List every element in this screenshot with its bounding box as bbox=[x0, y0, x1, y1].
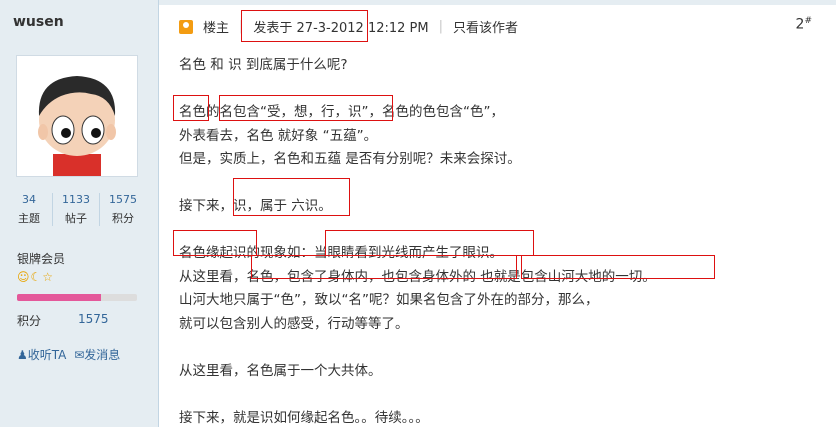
stat-label: 积分 bbox=[100, 210, 146, 226]
stat-posts[interactable]: 1133 帖子 bbox=[53, 193, 100, 226]
text-segment: 就可以包含别人的感受，行动等等了。 bbox=[179, 316, 409, 332]
post-line: 接下来，识，属于 六识。 bbox=[179, 195, 656, 219]
post-line bbox=[179, 383, 656, 407]
rank-progress-fill bbox=[17, 294, 101, 301]
follow-icon: ♟ bbox=[17, 348, 28, 362]
text-segment: 名包含“受，想，行，识” bbox=[220, 104, 369, 120]
avatar[interactable] bbox=[16, 55, 138, 177]
follow-link[interactable]: 收听TA bbox=[28, 348, 67, 362]
text-segment: 接下来，就是识如何缘起名色。。待续。。。 bbox=[179, 410, 429, 426]
post-line: 外表看去，名色 就好象 “五蕴”。 bbox=[179, 125, 656, 149]
member-rank: 银牌会员 bbox=[17, 250, 65, 267]
rank-progress-bar bbox=[17, 294, 137, 301]
stat-threads[interactable]: 34 主题 bbox=[6, 193, 53, 226]
stat-label: 帖子 bbox=[53, 210, 99, 226]
text-segment: 外表看去，名色 就好象 “五蕴”。 bbox=[179, 128, 377, 144]
score-label: 积分 bbox=[17, 312, 41, 329]
text-segment: ，名色的色包含“色”， bbox=[369, 104, 505, 120]
post-line: 名色 和 识 到底属于什么呢? bbox=[179, 54, 656, 78]
mail-icon: ✉ bbox=[74, 348, 84, 362]
user-stats: 34 主题 1133 帖子 1575 积分 bbox=[6, 193, 146, 226]
text-segment: 接下来 bbox=[179, 198, 220, 214]
text-segment: 也就是包含山河大地的一切。 bbox=[480, 269, 656, 285]
post-line bbox=[179, 219, 656, 243]
divider: | bbox=[439, 19, 443, 34]
post-line bbox=[179, 172, 656, 196]
author-tag: 楼主 bbox=[203, 17, 229, 36]
post-line: 名色的名包含“受，想，行，识”，名色的色包含“色”， bbox=[179, 101, 656, 125]
text-segment: 名色 bbox=[179, 104, 206, 120]
text-segment: 名色，包含了身体内，也包含身体外的 bbox=[247, 269, 477, 285]
stat-label: 主题 bbox=[6, 210, 52, 226]
score-value: 1575 bbox=[78, 312, 109, 326]
stat-value[interactable]: 34 bbox=[6, 193, 52, 206]
author-icon bbox=[179, 20, 193, 34]
post-line: 从这里看，名色，包含了身体内，也包含身体外的 也就是包含山河大地的一切。 bbox=[179, 266, 656, 290]
post-line: 就可以包含别人的感受，行动等等了。 bbox=[179, 313, 656, 337]
post-line: 但是，实质上，名色和五蕴 是否有分别呢？未来会探讨。 bbox=[179, 148, 656, 172]
text-segment: 从这里看，名色属于一个大共体。 bbox=[179, 363, 382, 379]
text-segment: 从这里看， bbox=[179, 269, 247, 285]
post-line: 接下来，就是识如何缘起名色。。待续。。。 bbox=[179, 407, 656, 430]
text-segment: 当眼睛看到光线而产生了眼识。 bbox=[314, 245, 503, 261]
post-header: 楼主 | 发表于 27-3-2012 12:12 PM | 只看该作者 bbox=[179, 17, 518, 36]
stat-credits[interactable]: 1575 积分 bbox=[100, 193, 146, 226]
post-main: 楼主 | 发表于 27-3-2012 12:12 PM | 只看该作者 2# 名… bbox=[159, 0, 836, 427]
text-segment: 名色 和 识 到底属于什么呢? bbox=[179, 57, 348, 73]
text-segment: ，识，属于 六识。 bbox=[220, 198, 332, 214]
post-line bbox=[179, 78, 656, 102]
text-segment: 名色缘起识 bbox=[179, 245, 247, 261]
message-link[interactable]: 发消息 bbox=[84, 348, 120, 362]
text-segment: 的 bbox=[206, 104, 220, 120]
author-sidebar: wusen 34 主题 1133 帖子 1575 积分 银牌会员 ☺☾☆ bbox=[0, 0, 159, 427]
stat-value[interactable]: 1575 bbox=[100, 193, 146, 206]
post-line: 山河大地只属于“色”，致以“名”呢？如果名包含了外在的部分，那么， bbox=[179, 289, 656, 313]
text-segment: 山河大地只属于“色”，致以“名”呢？如果名包含了外在的部分，那么， bbox=[179, 292, 598, 308]
post-content: 名色 和 识 到底属于什么呢? 名色的名包含“受，想，行，识”，名色的色包含“色… bbox=[179, 54, 656, 430]
user-actions: ♟收听TA ✉发消息 bbox=[17, 346, 120, 363]
rank-stars-icon: ☺☾☆ bbox=[17, 270, 54, 284]
floor-number[interactable]: 2# bbox=[796, 16, 812, 33]
post-line: 名色缘起识的现象如：当眼睛看到光线而产生了眼识。 bbox=[179, 242, 656, 266]
username[interactable]: wusen bbox=[13, 14, 64, 30]
text-segment: 但是，实质上，名色和五蕴 是否有分别呢？未来会探讨。 bbox=[179, 151, 521, 167]
post-time: 发表于 27-3-2012 12:12 PM bbox=[253, 17, 428, 36]
divider: | bbox=[239, 19, 243, 34]
stat-value[interactable]: 1133 bbox=[53, 193, 99, 206]
only-author-link[interactable]: 只看该作者 bbox=[453, 17, 518, 36]
floor-mark: # bbox=[804, 16, 812, 26]
text-segment: 的现象如： bbox=[247, 245, 315, 261]
top-strip bbox=[159, 0, 836, 5]
post-line: 从这里看，名色属于一个大共体。 bbox=[179, 360, 656, 384]
post-line bbox=[179, 336, 656, 360]
